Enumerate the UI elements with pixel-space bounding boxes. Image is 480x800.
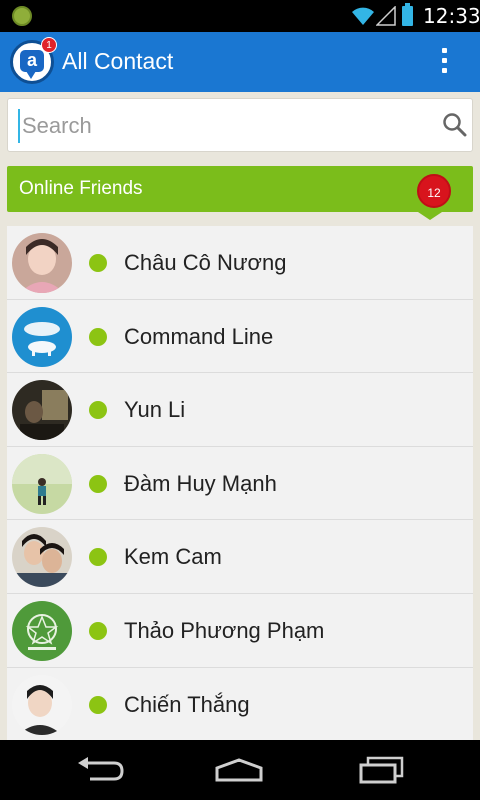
navigation-bar xyxy=(0,740,480,800)
contact-row[interactable]: Chiến Thắng xyxy=(7,667,473,740)
online-status-dot xyxy=(89,621,107,640)
notification-icon xyxy=(12,6,32,26)
signal-icon xyxy=(376,6,396,26)
avatar xyxy=(12,527,72,588)
contact-row[interactable]: Command Line xyxy=(7,299,473,374)
avatar xyxy=(12,380,72,441)
online-status-dot xyxy=(89,474,107,493)
status-bar: 12:33 xyxy=(0,0,480,32)
search-input[interactable] xyxy=(18,109,418,143)
back-icon[interactable] xyxy=(76,757,124,783)
online-friends-title: Online Friends xyxy=(19,178,143,199)
page-title: All Contact xyxy=(62,48,174,74)
avatar xyxy=(12,306,72,367)
contact-name: Chiến Thắng xyxy=(124,691,250,717)
search-icon[interactable] xyxy=(442,112,468,138)
contact-list[interactable]: Châu Cô Nương Command Line Yun Li Đàm Hu… xyxy=(7,226,473,740)
contact-name: Đàm Huy Mạnh xyxy=(124,470,277,496)
status-time: 12:33 xyxy=(423,4,480,28)
avatar xyxy=(12,600,72,661)
online-friends-header[interactable]: Online Friends 12 xyxy=(7,166,473,212)
home-icon[interactable] xyxy=(214,758,264,782)
contact-row[interactable]: Đàm Huy Mạnh xyxy=(7,446,473,521)
overflow-menu-icon[interactable] xyxy=(436,46,452,78)
app-logo-icon[interactable]: a 1 xyxy=(10,37,57,84)
online-count-badge: 12 xyxy=(417,174,451,208)
contact-name: Yun Li xyxy=(124,397,186,423)
online-status-dot xyxy=(89,401,107,420)
online-status-dot xyxy=(89,548,107,567)
search-box xyxy=(7,98,473,152)
contact-name: Thảo Phương Phạm xyxy=(124,617,325,643)
action-bar: a 1 All Contact xyxy=(0,32,480,92)
chat-bubble-icon: a xyxy=(20,50,44,79)
avatar xyxy=(12,674,72,735)
wifi-icon xyxy=(352,7,374,25)
online-status-dot xyxy=(89,695,107,714)
contact-row[interactable]: Thảo Phương Phạm xyxy=(7,593,473,668)
contact-row[interactable]: Kem Cam xyxy=(7,520,473,594)
header-notch xyxy=(418,212,442,220)
avatar xyxy=(12,453,72,514)
avatar xyxy=(12,233,72,293)
contact-row[interactable]: Yun Li xyxy=(7,373,473,447)
contact-name: Châu Cô Nương xyxy=(124,250,287,275)
recents-icon[interactable] xyxy=(358,756,404,784)
contact-row[interactable]: Châu Cô Nương xyxy=(7,226,473,300)
contact-name: Kem Cam xyxy=(124,544,222,570)
contact-name: Command Line xyxy=(124,323,274,349)
online-status-dot xyxy=(89,254,107,272)
online-status-dot xyxy=(89,327,107,346)
logo-badge: 1 xyxy=(41,37,57,53)
battery-icon xyxy=(402,3,413,26)
